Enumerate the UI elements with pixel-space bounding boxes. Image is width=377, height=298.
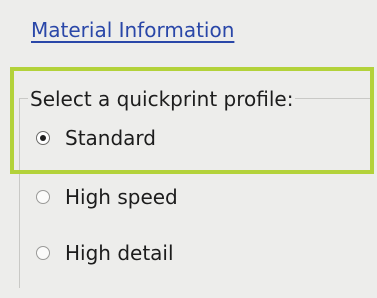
radio-label-high-detail: High detail	[65, 241, 174, 265]
radio-label-high-speed: High speed	[65, 185, 178, 209]
quickprint-profile-legend: Select a quickprint profile:	[28, 87, 296, 111]
quickprint-panel: Material Information Select a quickprint…	[0, 0, 377, 298]
radio-option-high-detail[interactable]: High detail	[36, 239, 174, 267]
radio-unchecked-icon[interactable]	[36, 246, 50, 260]
radio-option-standard[interactable]: Standard	[36, 124, 156, 152]
radio-unchecked-icon[interactable]	[36, 190, 50, 204]
radio-label-standard: Standard	[65, 126, 156, 150]
radio-option-high-speed[interactable]: High speed	[36, 183, 178, 211]
radio-checked-icon[interactable]	[36, 131, 50, 145]
material-information-link[interactable]: Material Information	[31, 18, 234, 42]
